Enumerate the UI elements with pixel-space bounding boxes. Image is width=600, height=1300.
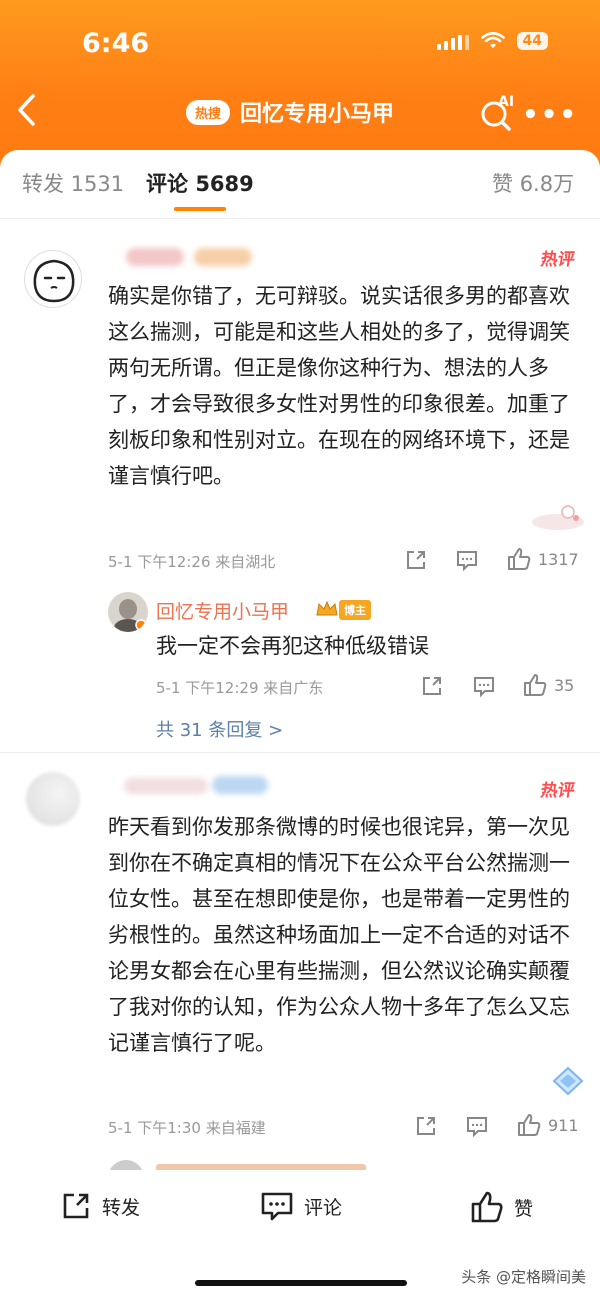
- comment-icon: [467, 1117, 487, 1138]
- page-title: 回忆专用小马甲: [240, 102, 395, 127]
- crown-icon: [316, 601, 338, 616]
- reply-button[interactable]: [465, 1114, 489, 1138]
- thumbs-up-icon: [508, 548, 531, 570]
- comment-icon: [457, 551, 477, 572]
- ai-label: AI: [498, 94, 515, 110]
- share-button[interactable]: [414, 1114, 438, 1138]
- repost-button[interactable]: 转发: [60, 1190, 140, 1222]
- back-button[interactable]: [14, 92, 54, 136]
- like-count: 1317: [538, 549, 579, 569]
- battery-indicator: 44: [516, 32, 548, 50]
- more-icon[interactable]: •••: [522, 100, 578, 130]
- share-icon: [417, 1117, 435, 1135]
- thumbs-up-icon: [471, 1191, 503, 1223]
- view-more-replies-link[interactable]: 共 31 条回复 >: [156, 716, 283, 742]
- avatar[interactable]: [26, 772, 80, 826]
- bottom-action-bar: 转发 评论 赞: [0, 1176, 600, 1240]
- reply-button[interactable]: [455, 548, 479, 572]
- blurred-username[interactable]: [126, 248, 184, 266]
- ai-search-button[interactable]: AI: [478, 94, 518, 134]
- host-badge: 博主: [339, 600, 371, 620]
- status-time: 6:46: [82, 28, 150, 59]
- home-indicator[interactable]: [195, 1280, 407, 1286]
- sticker-image: [532, 505, 584, 530]
- comment-text: 昨天看到你发那条微博的时候也很诧异，第一次见到你在不确定真相的情况下在公众平台公…: [108, 815, 570, 1055]
- hot-comment-tag: 热评: [539, 781, 577, 801]
- reply-text: 我一定不会再犯这种低级错误: [156, 634, 429, 658]
- author-avatar-icon: [108, 592, 148, 632]
- like-label: 赞: [514, 1197, 534, 1220]
- tab-comments[interactable]: 评论 5689: [146, 168, 254, 198]
- app-header: 6:46 44 热搜 回忆专用小马甲 AI •••: [0, 0, 600, 175]
- signal-icon: [436, 32, 469, 50]
- hot-comment-tag: 热评: [539, 250, 577, 270]
- share-button[interactable]: [404, 548, 428, 572]
- repost-label: 转发: [102, 1196, 141, 1219]
- like-button[interactable]: 1317: [506, 546, 579, 572]
- chevron-left-icon: [18, 94, 35, 126]
- wifi-icon: [480, 32, 505, 48]
- tabs-divider: [0, 218, 600, 219]
- comment-meta: 5-1 下午12:26 来自湖北: [108, 553, 276, 571]
- blurred-badge: [194, 248, 252, 266]
- tab-active-indicator: [174, 207, 226, 211]
- comment-divider: [0, 752, 600, 753]
- watermark: 头条 @定格瞬间美: [461, 1268, 586, 1286]
- share-icon: [63, 1193, 89, 1219]
- comment-icon: [261, 1192, 293, 1221]
- status-icons: 44: [436, 32, 548, 50]
- like-button[interactable]: 35: [522, 672, 574, 698]
- comment-label: 评论: [304, 1196, 343, 1219]
- like-count: 911: [548, 1115, 579, 1135]
- hot-search-pill[interactable]: 热搜: [186, 99, 231, 125]
- like-button[interactable]: 911: [516, 1112, 579, 1138]
- like-bottom-button[interactable]: 赞: [470, 1190, 533, 1224]
- share-button[interactable]: [420, 674, 444, 698]
- share-icon: [423, 677, 441, 695]
- comment-text: 确实是你错了，无可辩驳。说实话很多男的都喜欢这么揣测，可能是和这些人相处的多了，…: [108, 284, 570, 488]
- reply-author-name[interactable]: 回忆专用小马甲: [156, 597, 289, 624]
- blurred-username[interactable]: [124, 778, 208, 794]
- tab-likes[interactable]: 赞 6.8万: [492, 168, 574, 198]
- reply-meta: 5-1 下午12:29 来自广东: [156, 679, 324, 697]
- comment-meta: 5-1 下午1:30 来自福建: [108, 1119, 266, 1137]
- comment-icon: [474, 677, 494, 698]
- blurred-badge: [212, 776, 268, 794]
- tab-bar: 转发 1531 评论 5689 赞 6.8万: [0, 168, 600, 208]
- tab-repost[interactable]: 转发 1531: [22, 168, 124, 198]
- comment-button[interactable]: 评论: [260, 1190, 342, 1222]
- avatar[interactable]: [108, 592, 148, 632]
- avatar[interactable]: [24, 250, 82, 308]
- partial-next-reply: [108, 1160, 378, 1170]
- reply-button[interactable]: [472, 674, 496, 698]
- nav-title-group[interactable]: 热搜 回忆专用小马甲: [186, 96, 394, 128]
- sticker-image: [552, 1066, 584, 1096]
- cartoon-face-icon: [33, 259, 75, 303]
- like-count: 35: [554, 675, 575, 695]
- share-icon: [407, 551, 425, 569]
- thumbs-up-icon: [524, 674, 547, 696]
- thumbs-up-icon: [518, 1114, 541, 1136]
